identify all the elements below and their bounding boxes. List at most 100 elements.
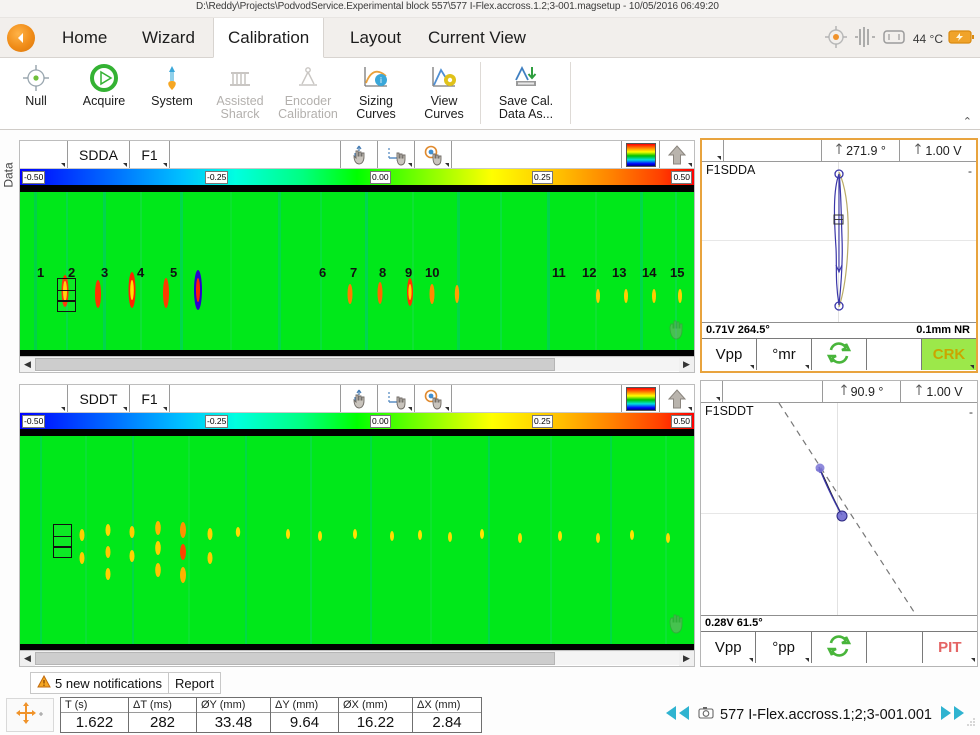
colorbar-tick: 0.50 (671, 415, 692, 428)
lissajous-minimize-1[interactable]: - (968, 164, 972, 178)
cscan-menu-cell-2[interactable] (20, 385, 68, 412)
cscan-plot-sdda[interactable]: 1 2 3 4 5 6 7 8 9 10 11 12 13 14 15 (20, 186, 694, 356)
blank-button-2[interactable] (867, 632, 923, 663)
cscan-frequency-select-sddt[interactable]: F1 (130, 385, 170, 412)
cscan-channel-select-sdda[interactable]: SDDA (68, 141, 130, 168)
scrollbar-track[interactable] (35, 651, 679, 665)
view-curves-button[interactable]: View Curves (410, 58, 478, 128)
battery-icon[interactable] (948, 29, 974, 50)
cscan-hscrollbar-sddt[interactable]: ◀ ▶ (20, 650, 694, 666)
rotation-control-2[interactable]: 90.9 ° (823, 381, 901, 402)
ribbon-collapse-button[interactable]: ⌃ (963, 115, 972, 128)
measurement-header: ΔX (mm) (413, 698, 481, 713)
cscan-cursor-box[interactable] (53, 524, 72, 558)
device-icon[interactable] (882, 27, 908, 52)
null-button[interactable]: Null (2, 58, 70, 128)
chevron-right-icon[interactable]: ▶ (679, 356, 694, 372)
zoom-tool-icon[interactable] (414, 385, 452, 412)
acquire-button[interactable]: Acquire (70, 58, 138, 128)
system-button[interactable]: System (138, 58, 206, 128)
measurement-column[interactable]: ØY (mm) 33.48 (197, 698, 271, 732)
cscan-marker: 14 (642, 265, 657, 280)
resize-grip-icon[interactable] (965, 715, 977, 733)
scrollbar-track[interactable] (35, 357, 679, 371)
report-button[interactable]: Report (169, 673, 220, 693)
cscan-panel-sdda: SDDA F1 -0.50 -0.25 0.00 0.25 0.50 1 2 3… (19, 140, 695, 373)
crack-button-1[interactable]: CRK (922, 339, 976, 370)
measurement-column[interactable]: T (s) 1.622 (61, 698, 129, 732)
refresh-button-2[interactable] (811, 632, 868, 663)
lissajous-menu-cell-2[interactable] (701, 381, 723, 402)
waveform-icon[interactable] (853, 26, 877, 53)
refresh-button-1[interactable] (812, 339, 867, 370)
gain-control-1[interactable]: 1.00 V (900, 140, 976, 161)
back-arrow-icon[interactable] (7, 24, 35, 52)
lissajous-readout-1: 0.71V 264.5° 0.1mm NR (702, 322, 976, 338)
cscan-toolbar-spacer-1 (170, 141, 341, 168)
cscan-plot-sddt[interactable] (20, 430, 694, 650)
lissajous-panel-f1sddt: 90.9 ° 1.00 V F1SDDT - 0.28V 61.5° Vpp °… (700, 380, 978, 667)
tab-wizard[interactable]: Wizard (128, 18, 209, 58)
palette-swatch-icon[interactable] (622, 385, 660, 412)
nav-pad-button[interactable] (6, 698, 54, 732)
measurement-column[interactable]: ΔY (mm) 9.64 (271, 698, 339, 732)
cscan-channel-select-sddt[interactable]: SDDT (68, 385, 130, 412)
blank-button-1[interactable] (867, 339, 922, 370)
rotation-icon (840, 384, 848, 399)
lissajous-plot-2[interactable]: F1SDDT - (701, 403, 977, 615)
gain-control-2[interactable]: 1.00 V (901, 381, 977, 402)
cscan-frequency-select-sdda[interactable]: F1 (130, 141, 170, 168)
pan-tool-icon[interactable] (340, 385, 378, 412)
chevron-left-icon[interactable]: ◀ (20, 650, 35, 666)
chevron-left-icon[interactable]: ◀ (20, 356, 35, 372)
tab-layout[interactable]: Layout (336, 18, 415, 58)
lissajous-trace-2 (778, 403, 917, 615)
lissajous-menu-cell-1[interactable] (702, 140, 724, 161)
assisted-sharck-button[interactable]: Assisted Sharck (206, 58, 274, 128)
lissajous-toolbar-2: 90.9 ° 1.00 V (701, 381, 977, 403)
sidebar-tab-data[interactable]: Data (0, 140, 18, 210)
rotation-control-1[interactable]: 271.9 ° (822, 140, 900, 161)
vpp-button-2[interactable]: Vpp (701, 632, 757, 663)
ribbon-separator (480, 62, 481, 124)
angle-pp-button-2[interactable]: °pp (756, 632, 812, 663)
notifications-button[interactable]: 5 new notifications (31, 673, 168, 693)
scrollbar-thumb[interactable] (35, 357, 555, 371)
tab-current-view[interactable]: Current View (414, 18, 540, 58)
plot-overlay-hand-icon (664, 609, 688, 640)
lissajous-minimize-2[interactable]: - (969, 405, 973, 419)
chevron-right-icon[interactable]: ▶ (679, 650, 694, 666)
lissajous-plot-1[interactable]: F1SDDA - (702, 162, 976, 322)
colorbar-tick: 0.00 (370, 171, 391, 184)
colorbar-tick: -0.25 (205, 171, 229, 184)
scrollbar-thumb[interactable] (35, 651, 555, 665)
skip-next-icon[interactable] (938, 703, 968, 728)
cscan-menu-cell-1[interactable] (20, 141, 68, 168)
save-cal-data-button[interactable]: Save Cal. Data As... (486, 58, 566, 128)
application-window: D:\Reddy\Projects\PodvodService.Experime… (0, 0, 980, 735)
shift-tool-icon[interactable] (377, 141, 415, 168)
angle-mr-button-1[interactable]: °mr (757, 339, 812, 370)
zoom-tool-icon[interactable] (414, 141, 452, 168)
pit-button-2[interactable]: PIT (922, 632, 978, 663)
tab-calibration[interactable]: Calibration (213, 18, 325, 58)
skip-previous-icon[interactable] (662, 703, 692, 728)
cscan-hscrollbar-sdda[interactable]: ◀ ▶ (20, 356, 694, 372)
cscan-marker: 11 (552, 265, 566, 280)
measurement-column[interactable]: ΔT (ms) 282 (129, 698, 197, 732)
cscan-cursor-box[interactable] (57, 278, 76, 312)
probe-target-icon[interactable] (824, 25, 848, 54)
arrow-up-icon[interactable] (660, 385, 694, 412)
cscan-toolbar-spacer-2 (451, 141, 622, 168)
shift-tool-icon[interactable] (377, 385, 415, 412)
measurement-column[interactable]: ØX (mm) 16.22 (339, 698, 413, 732)
arrow-up-icon[interactable] (660, 141, 694, 168)
palette-swatch-icon[interactable] (622, 141, 660, 168)
gain-icon (914, 143, 922, 158)
vpp-button-1[interactable]: Vpp (702, 339, 757, 370)
tab-home[interactable]: Home (48, 18, 121, 58)
sizing-curves-button[interactable]: i Sizing Curves (342, 58, 410, 128)
encoder-calibration-button[interactable]: Encoder Calibration (274, 58, 342, 128)
pan-tool-icon[interactable] (340, 141, 378, 168)
measurement-column[interactable]: ΔX (mm) 2.84 (413, 698, 481, 732)
